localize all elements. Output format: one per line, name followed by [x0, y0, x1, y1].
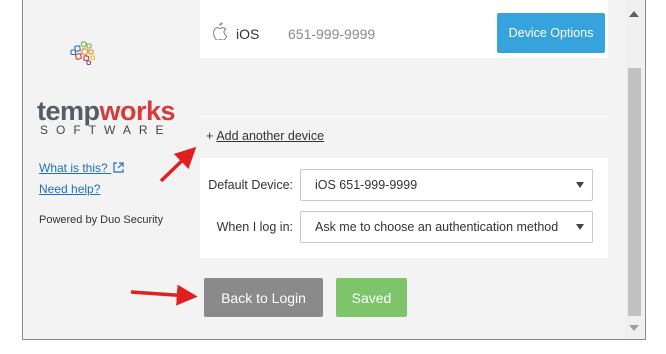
add-device-link[interactable]: + Add another device [206, 129, 324, 143]
divider [200, 116, 608, 117]
login-method-select[interactable]: Ask me to choose an authentication metho… [300, 211, 593, 243]
powered-by-text: Powered by Duo Security [39, 214, 164, 226]
saved-button[interactable]: Saved [336, 278, 407, 317]
scrollbar[interactable] [625, 0, 644, 339]
chevron-down-icon [576, 224, 584, 230]
back-to-login-button[interactable]: Back to Login [204, 278, 323, 317]
what-is-this-link[interactable]: What is this? [39, 161, 124, 175]
chevron-down-icon [576, 182, 584, 188]
scroll-up-icon[interactable] [629, 11, 639, 17]
when-i-log-in-label: When I log in: [216, 220, 293, 234]
settings-card: Default Device: iOS 651-999-9999 When I … [200, 158, 608, 258]
default-device-label: Default Device: [208, 178, 293, 192]
apple-icon [212, 22, 227, 40]
external-link-icon [113, 162, 124, 173]
tempworks-logo-icon [70, 41, 96, 66]
brand-subtitle: SOFTWARE [40, 123, 172, 137]
device-card: iOS 651-999-9999 Device Options [200, 0, 608, 58]
duo-frame: tempworks SOFTWARE What is this? Need he… [22, 0, 646, 340]
device-options-button[interactable]: Device Options [497, 13, 605, 53]
scroll-thumb[interactable] [628, 68, 641, 316]
card-gap [200, 58, 608, 116]
scroll-down-icon[interactable] [629, 325, 639, 331]
device-os-label: iOS [236, 26, 260, 42]
default-device-select[interactable]: iOS 651-999-9999 [300, 169, 593, 201]
device-phone-number: 651-999-9999 [288, 26, 376, 42]
need-help-link[interactable]: Need help? [39, 182, 100, 196]
